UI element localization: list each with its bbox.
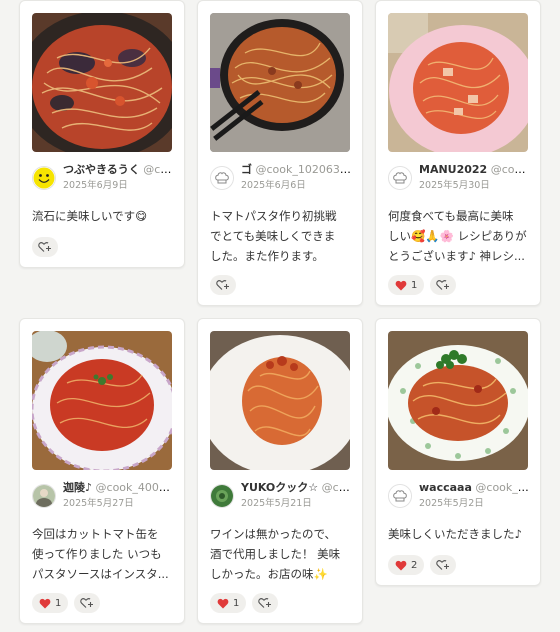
comment-line: パスタソースはインスタ... <box>32 567 169 581</box>
comment-line: 酒で代用しました！ 美味 <box>210 547 341 561</box>
comment-text: 流石に美味しいです😋 <box>32 206 174 226</box>
comment-text: 今回はカットトマト缶を 使って作りました いつも パスタソースはインスタ... <box>32 524 174 584</box>
author-row[interactable]: MANU2022 @cook_... 2025年5月30日 <box>388 163 531 195</box>
like-count: 1 <box>411 279 418 291</box>
author-handle: @cook_83... <box>475 481 531 494</box>
heart-icon <box>395 560 407 570</box>
author-handle: @cook_40085... <box>95 481 175 494</box>
reaction-bar: 1 <box>32 593 101 613</box>
reaction-bar: 1 <box>210 593 279 613</box>
comment-line: 美味しくいただきました♪ <box>388 527 522 541</box>
like-count-button[interactable]: 1 <box>388 275 425 295</box>
comment-text: 何度食べても最高に美味 しい🥰🙏🌸 レシピありが とうございます♪ 神レシ... <box>388 206 530 266</box>
comment-line: 今回はカットトマト缶を <box>32 527 159 541</box>
author-row[interactable]: ゴ @cook_102063643 2025年6月6日 <box>210 163 354 195</box>
smiley-face-icon[interactable] <box>32 166 56 190</box>
author-name[interactable]: waccaaa <box>419 481 472 494</box>
cooksnap-card[interactable]: YUKOクック☆ @co... 2025年5月21日 ワインは無かったので、 酒… <box>197 318 363 624</box>
cooksnap-card[interactable]: MANU2022 @cook_... 2025年5月30日 何度食べても最高に美… <box>375 0 541 306</box>
reaction-bar <box>210 275 236 295</box>
add-reaction-heart-icon[interactable] <box>32 237 58 257</box>
reaction-bar <box>32 237 58 257</box>
author-handle: @cook_102063643 <box>255 163 354 176</box>
comment-text: ワインは無かったので、 酒で代用しました！ 美味 しかった。お店の味✨ <box>210 524 352 584</box>
cooksnap-photo[interactable] <box>32 13 172 152</box>
cooksnap-photo[interactable] <box>210 331 350 470</box>
like-count-button[interactable]: 2 <box>388 555 425 575</box>
add-reaction-heart-icon[interactable] <box>252 593 279 613</box>
post-date: 2025年5月21日 <box>241 498 312 509</box>
cooksnap-card[interactable]: 迦陵♪ @cook_40085... 2025年5月27日 今回はカットトマト缶… <box>19 318 185 624</box>
user-photo-icon[interactable] <box>32 484 56 508</box>
chef-hat-icon[interactable] <box>388 166 412 190</box>
comment-line: トマトパスタ作り初挑戦 <box>210 209 337 223</box>
add-reaction-heart-icon[interactable] <box>430 275 457 295</box>
cooksnap-photo[interactable] <box>388 13 528 152</box>
post-date: 2025年5月27日 <box>63 498 134 509</box>
comment-text: 美味しくいただきました♪ <box>388 524 530 544</box>
cooksnap-photo[interactable] <box>210 13 350 152</box>
cooksnap-photo[interactable] <box>32 331 172 470</box>
add-reaction-heart-icon[interactable] <box>74 593 101 613</box>
heart-icon <box>395 280 407 290</box>
heart-icon <box>39 598 51 608</box>
post-date: 2025年5月30日 <box>419 180 490 191</box>
author-name[interactable]: YUKOクック☆ <box>241 481 318 494</box>
user-photo-icon[interactable] <box>210 484 234 508</box>
post-date: 2025年6月6日 <box>241 180 306 191</box>
reaction-bar: 1 <box>388 275 457 295</box>
author-handle: @co... <box>321 481 353 494</box>
author-row[interactable]: 迦陵♪ @cook_40085... 2025年5月27日 <box>32 481 175 513</box>
add-reaction-heart-icon[interactable] <box>210 275 236 295</box>
comment-line: 使って作りました いつも <box>32 547 162 561</box>
comment-line: 流石に美味しいです😋 <box>32 209 148 223</box>
cooksnap-card[interactable]: ゴ @cook_102063643 2025年6月6日 トマトパスタ作り初挑戦 … <box>197 0 363 306</box>
comment-line: ワインは無かったので、 <box>210 527 337 541</box>
comment-line: とうございます♪ 神レシ... <box>388 249 525 263</box>
cooksnap-card[interactable]: つぶやきるうく @co... 2025年6月9日 流石に美味しいです😋 <box>19 0 185 268</box>
like-count: 1 <box>55 597 62 609</box>
author-row[interactable]: YUKOクック☆ @co... 2025年5月21日 <box>210 481 353 513</box>
comment-line: しい🥰🙏🌸 レシピありが <box>388 229 527 243</box>
chef-hat-icon[interactable] <box>210 166 234 190</box>
cooksnap-photo[interactable] <box>388 331 528 470</box>
cooksnap-card[interactable]: waccaaa @cook_83... 2025年5月2日 美味しくいただきまし… <box>375 318 541 586</box>
like-count: 1 <box>233 597 240 609</box>
author-name[interactable]: 迦陵♪ <box>63 481 92 494</box>
like-count-button[interactable]: 1 <box>32 593 69 613</box>
add-reaction-heart-icon[interactable] <box>430 555 457 575</box>
comment-line: しかった。お店の味✨ <box>210 567 328 581</box>
author-name[interactable]: MANU2022 <box>419 163 487 176</box>
author-name[interactable]: ゴ <box>241 163 252 176</box>
author-row[interactable]: waccaaa @cook_83... 2025年5月2日 <box>388 481 531 513</box>
post-date: 2025年6月9日 <box>63 180 128 191</box>
like-count: 2 <box>411 559 418 571</box>
comment-text: トマトパスタ作り初挑戦 でとても美味しくできま した。また作ります。 <box>210 206 352 266</box>
reaction-bar: 2 <box>388 555 457 575</box>
author-row[interactable]: つぶやきるうく @co... 2025年6月9日 <box>32 163 175 195</box>
heart-icon <box>217 598 229 608</box>
like-count-button[interactable]: 1 <box>210 593 247 613</box>
chef-hat-icon[interactable] <box>388 484 412 508</box>
comment-line: でとても美味しくできま <box>210 229 336 243</box>
comment-line: した。また作ります。 <box>210 249 324 263</box>
author-handle: @co... <box>143 163 175 176</box>
post-date: 2025年5月2日 <box>419 498 484 509</box>
comment-line: 何度食べても最高に美味 <box>388 209 514 223</box>
author-name[interactable]: つぶやきるうく <box>63 163 140 176</box>
author-handle: @cook_... <box>490 163 531 176</box>
